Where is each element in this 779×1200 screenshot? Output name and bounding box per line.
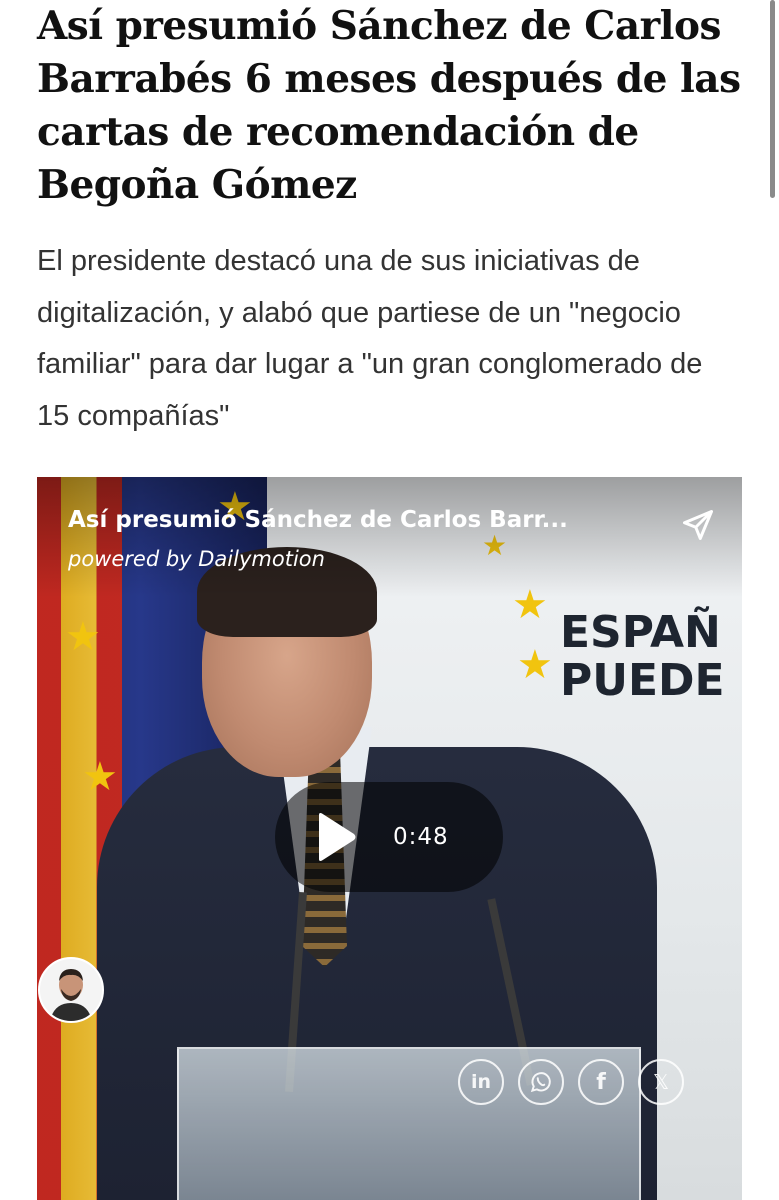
whatsapp-icon bbox=[530, 1072, 551, 1093]
page-scrollbar[interactable] bbox=[770, 0, 775, 198]
avatar-image bbox=[40, 959, 102, 1021]
video-player[interactable]: ★ ★ ★ ★ ★ ★ ESPAÑ PUEDE Así presumió Sán… bbox=[37, 477, 742, 1200]
social-share-bar: in f 𝕏 bbox=[458, 1059, 684, 1105]
video-top-gradient bbox=[37, 477, 742, 597]
play-button[interactable]: 0:48 bbox=[275, 782, 503, 892]
background-banner-text: ESPAÑ PUEDE bbox=[560, 609, 742, 705]
send-icon bbox=[683, 510, 713, 540]
whatsapp-share-button[interactable] bbox=[518, 1059, 564, 1105]
facebook-share-button[interactable]: f bbox=[578, 1059, 624, 1105]
banner-line-2: PUEDE bbox=[560, 655, 725, 706]
facebook-icon: f bbox=[596, 1069, 606, 1095]
x-icon: 𝕏 bbox=[652, 1070, 670, 1094]
star-icon: ★ bbox=[65, 615, 101, 659]
star-icon: ★ bbox=[517, 643, 553, 687]
star-icon: ★ bbox=[82, 755, 118, 799]
x-share-button[interactable]: 𝕏 bbox=[638, 1059, 684, 1105]
article-headline: Así presumió Sánchez de Carlos Barrabés … bbox=[37, 3, 741, 208]
author-avatar[interactable] bbox=[38, 957, 104, 1023]
play-icon bbox=[315, 812, 357, 862]
banner-line-1: ESPAÑ bbox=[560, 607, 721, 658]
video-title[interactable]: Así presumió Sánchez de Carlos Barr... bbox=[68, 505, 668, 535]
linkedin-share-button[interactable]: in bbox=[458, 1059, 504, 1105]
share-button[interactable] bbox=[678, 505, 718, 545]
powered-by-label[interactable]: powered by Dailymotion bbox=[68, 545, 325, 573]
video-duration: 0:48 bbox=[393, 824, 449, 850]
linkedin-icon: in bbox=[470, 1071, 492, 1093]
article-subtitle: El presidente destacó una de sus iniciat… bbox=[37, 245, 703, 432]
